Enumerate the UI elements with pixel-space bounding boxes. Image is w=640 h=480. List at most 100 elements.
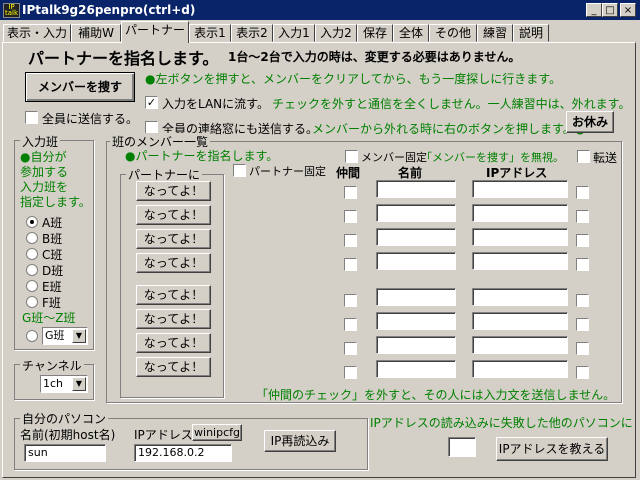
tab-aux-w[interactable]: 補助W (71, 24, 121, 42)
member-8-ip-field[interactable] (472, 360, 568, 378)
chevron-down-icon[interactable]: ▼ (72, 377, 86, 391)
tab-display1[interactable]: 表示1 (189, 24, 231, 42)
winipcfg-button[interactable]: winipcfg (192, 424, 242, 441)
partner-button-6[interactable]: なってよ！ (136, 309, 211, 329)
tab-save[interactable]: 保存 (357, 24, 393, 42)
tab-partner[interactable]: パートナー (121, 21, 189, 43)
title-bar: IP talk IPtalk9g26penpro(ctrl+d) _ □ × (0, 0, 640, 20)
channel-value: 1ch (43, 377, 64, 390)
my-pc-ip-field[interactable]: 192.168.0.2 (134, 444, 232, 462)
nakama-footer-note: 「仲間のチェック」を外すと、その人には入力文を送信しません。 (256, 388, 616, 402)
member-2-name-field[interactable] (376, 204, 456, 222)
member-1-name-field[interactable] (376, 180, 456, 198)
channel-select[interactable]: 1ch ▼ (40, 375, 88, 393)
team-e-radio[interactable] (26, 280, 38, 292)
member-4-ip-field[interactable] (472, 252, 568, 270)
flow-lan-checkbox[interactable]: ✓ (145, 96, 158, 109)
partner-button-3[interactable]: なってよ！ (136, 229, 211, 249)
team-c-radio[interactable] (26, 248, 38, 260)
ip-fail-field[interactable] (448, 437, 476, 457)
ip-fail-note: IPアドレスの読み込みに失敗した他のパソコンに (370, 416, 633, 430)
teach-ip-button[interactable]: IPアドレスを教える (496, 437, 608, 461)
member-8-nakama-checkbox[interactable] (344, 366, 357, 379)
team-gz-value: G班 (45, 329, 65, 342)
partner-button-1[interactable]: なってよ！ (136, 181, 211, 201)
member-7-transfer-checkbox[interactable] (576, 342, 589, 355)
member-4-nakama-checkbox[interactable] (344, 258, 357, 271)
member-3-transfer-checkbox[interactable] (576, 234, 589, 247)
tab-input2[interactable]: 入力2 (315, 24, 357, 42)
member-6-nakama-checkbox[interactable] (344, 318, 357, 331)
team-gz-select[interactable]: G班 ▼ (42, 327, 88, 345)
flow-lan-label: 入力をLANに流す。 (162, 97, 269, 111)
team-gz-radio[interactable] (26, 330, 38, 342)
chevron-down-icon[interactable]: ▼ (72, 329, 86, 343)
window-title: IPtalk9g26penpro(ctrl+d) (22, 3, 196, 17)
partner-button-2[interactable]: なってよ！ (136, 205, 211, 225)
team-e-label: E班 (42, 280, 62, 294)
member-fixed-checkbox[interactable] (345, 150, 358, 163)
member-7-nakama-checkbox[interactable] (344, 342, 357, 355)
member-3-nakama-checkbox[interactable] (344, 234, 357, 247)
member-8-transfer-checkbox[interactable] (576, 366, 589, 379)
my-pc-label: 自分のパソコン (20, 410, 109, 427)
member-1-nakama-checkbox[interactable] (344, 186, 357, 199)
member-1-transfer-checkbox[interactable] (576, 186, 589, 199)
lunch-note: メンバーから外れる時に右のボタンを押します。● (312, 122, 586, 136)
my-pc-name-label: 名前(初期host名) (20, 428, 116, 442)
member-4-name-field[interactable] (376, 252, 456, 270)
member-1-ip-field[interactable] (472, 180, 568, 198)
member-6-ip-field[interactable] (472, 312, 568, 330)
member-2-transfer-checkbox[interactable] (576, 210, 589, 223)
close-button[interactable]: × (620, 3, 636, 17)
member-3-ip-field[interactable] (472, 228, 568, 246)
member-5-nakama-checkbox[interactable] (344, 294, 357, 307)
app-icon: IP talk (3, 3, 20, 18)
member-fixed-label: メンバー固定 (361, 151, 427, 164)
partner-button-4[interactable]: なってよ！ (136, 253, 211, 273)
member-2-ip-field[interactable] (472, 204, 568, 222)
team-f-radio[interactable] (26, 296, 38, 308)
tab-display2[interactable]: 表示2 (231, 24, 273, 42)
col-ip: IPアドレス (486, 166, 548, 180)
tab-overall[interactable]: 全体 (393, 24, 429, 42)
member-8-name-field[interactable] (376, 360, 456, 378)
tab-other[interactable]: その他 (429, 24, 477, 42)
tab-help[interactable]: 説明 (513, 24, 549, 42)
send-all-label: 全員に送信する。 (42, 112, 139, 126)
member-6-name-field[interactable] (376, 312, 456, 330)
minimize-button[interactable]: _ (586, 3, 602, 17)
rest-button[interactable]: お休み (566, 111, 614, 133)
team-a-label: A班 (42, 216, 63, 230)
find-members-button[interactable]: メンバーを捜す (25, 72, 135, 102)
member-5-ip-field[interactable] (472, 288, 568, 306)
partner-fixed-checkbox[interactable] (233, 164, 246, 177)
partner-button-7[interactable]: なってよ！ (136, 333, 211, 353)
transfer-checkbox[interactable] (577, 150, 590, 163)
page-title: パートナーを指名します。 (28, 49, 219, 68)
channel-label: チャンネル (20, 357, 84, 374)
member-3-name-field[interactable] (376, 228, 456, 246)
partner-button-5[interactable]: なってよ！ (136, 285, 211, 305)
reload-ip-button[interactable]: IP再読込み (264, 430, 336, 452)
col-nakama: 仲間 (336, 166, 361, 180)
member-5-name-field[interactable] (376, 288, 456, 306)
team-d-label: D班 (42, 264, 64, 278)
member-7-ip-field[interactable] (472, 336, 568, 354)
my-pc-name-field[interactable]: sun (24, 444, 106, 462)
member-5-transfer-checkbox[interactable] (576, 294, 589, 307)
member-6-transfer-checkbox[interactable] (576, 318, 589, 331)
tab-input1[interactable]: 入力1 (273, 24, 315, 42)
left-button-note: ●左ボタンを押すと、メンバーをクリアしてから、もう一度探しに行きます。 (145, 72, 562, 86)
send-all-checkbox[interactable] (25, 111, 38, 124)
team-b-radio[interactable] (26, 232, 38, 244)
team-d-radio[interactable] (26, 264, 38, 276)
tab-practice[interactable]: 練習 (477, 24, 513, 42)
member-2-nakama-checkbox[interactable] (344, 210, 357, 223)
tab-display-input[interactable]: 表示・入力 (3, 24, 71, 42)
team-a-radio[interactable] (26, 216, 38, 228)
member-7-name-field[interactable] (376, 336, 456, 354)
partner-button-8[interactable]: なってよ！ (136, 357, 211, 377)
maximize-button[interactable]: □ (602, 3, 618, 17)
member-4-transfer-checkbox[interactable] (576, 258, 589, 271)
